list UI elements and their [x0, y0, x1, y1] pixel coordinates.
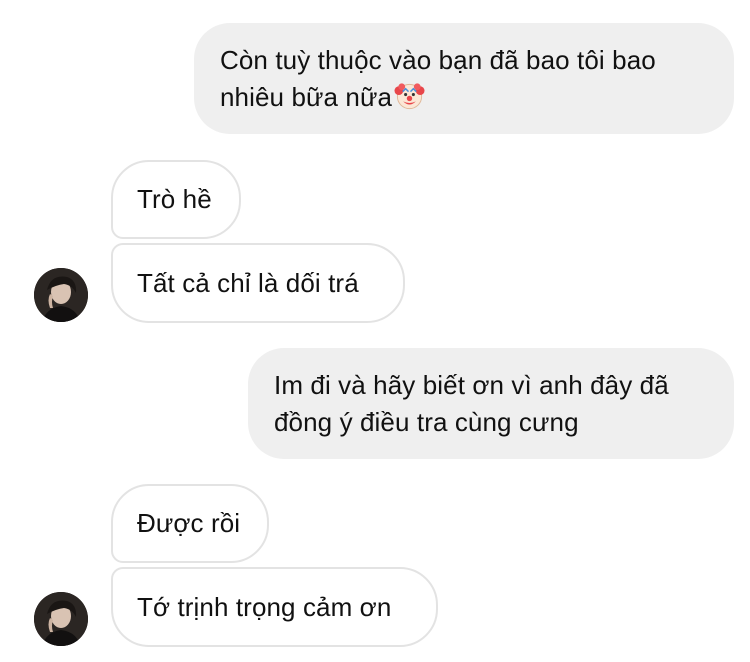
message-bubble-incoming[interactable]: Được rồi [111, 484, 269, 563]
message-bubble-outgoing[interactable]: Im đi và hãy biết ơn vì anh đây đã đồng … [248, 348, 734, 459]
contact-avatar[interactable] [34, 592, 88, 646]
clown-face-icon [394, 83, 425, 110]
message-text: Tất cả chỉ là dối trá [137, 267, 359, 298]
message-bubble-outgoing[interactable]: Còn tuỳ thuộc vào bạn đã bao tôi bao nhi… [194, 23, 734, 134]
message-text: Trò hề [137, 184, 212, 214]
message-text: Tớ trịnh trọng cảm ơn [137, 591, 392, 622]
avatar-photo [34, 268, 88, 322]
message-bubble-incoming[interactable]: Tớ trịnh trọng cảm ơn [111, 567, 438, 647]
message-text: Còn tuỳ thuộc vào bạn đã bao tôi bao nhi… [220, 45, 656, 112]
avatar-photo [34, 592, 88, 646]
contact-avatar[interactable] [34, 268, 88, 322]
message-bubble-incoming[interactable]: Tất cả chỉ là dối trá [111, 243, 405, 323]
message-bubble-incoming[interactable]: Trò hề [111, 160, 241, 239]
message-text: Được rồi [137, 508, 241, 538]
message-text: Im đi và hãy biết ơn vì anh đây đã đồng … [274, 370, 669, 437]
